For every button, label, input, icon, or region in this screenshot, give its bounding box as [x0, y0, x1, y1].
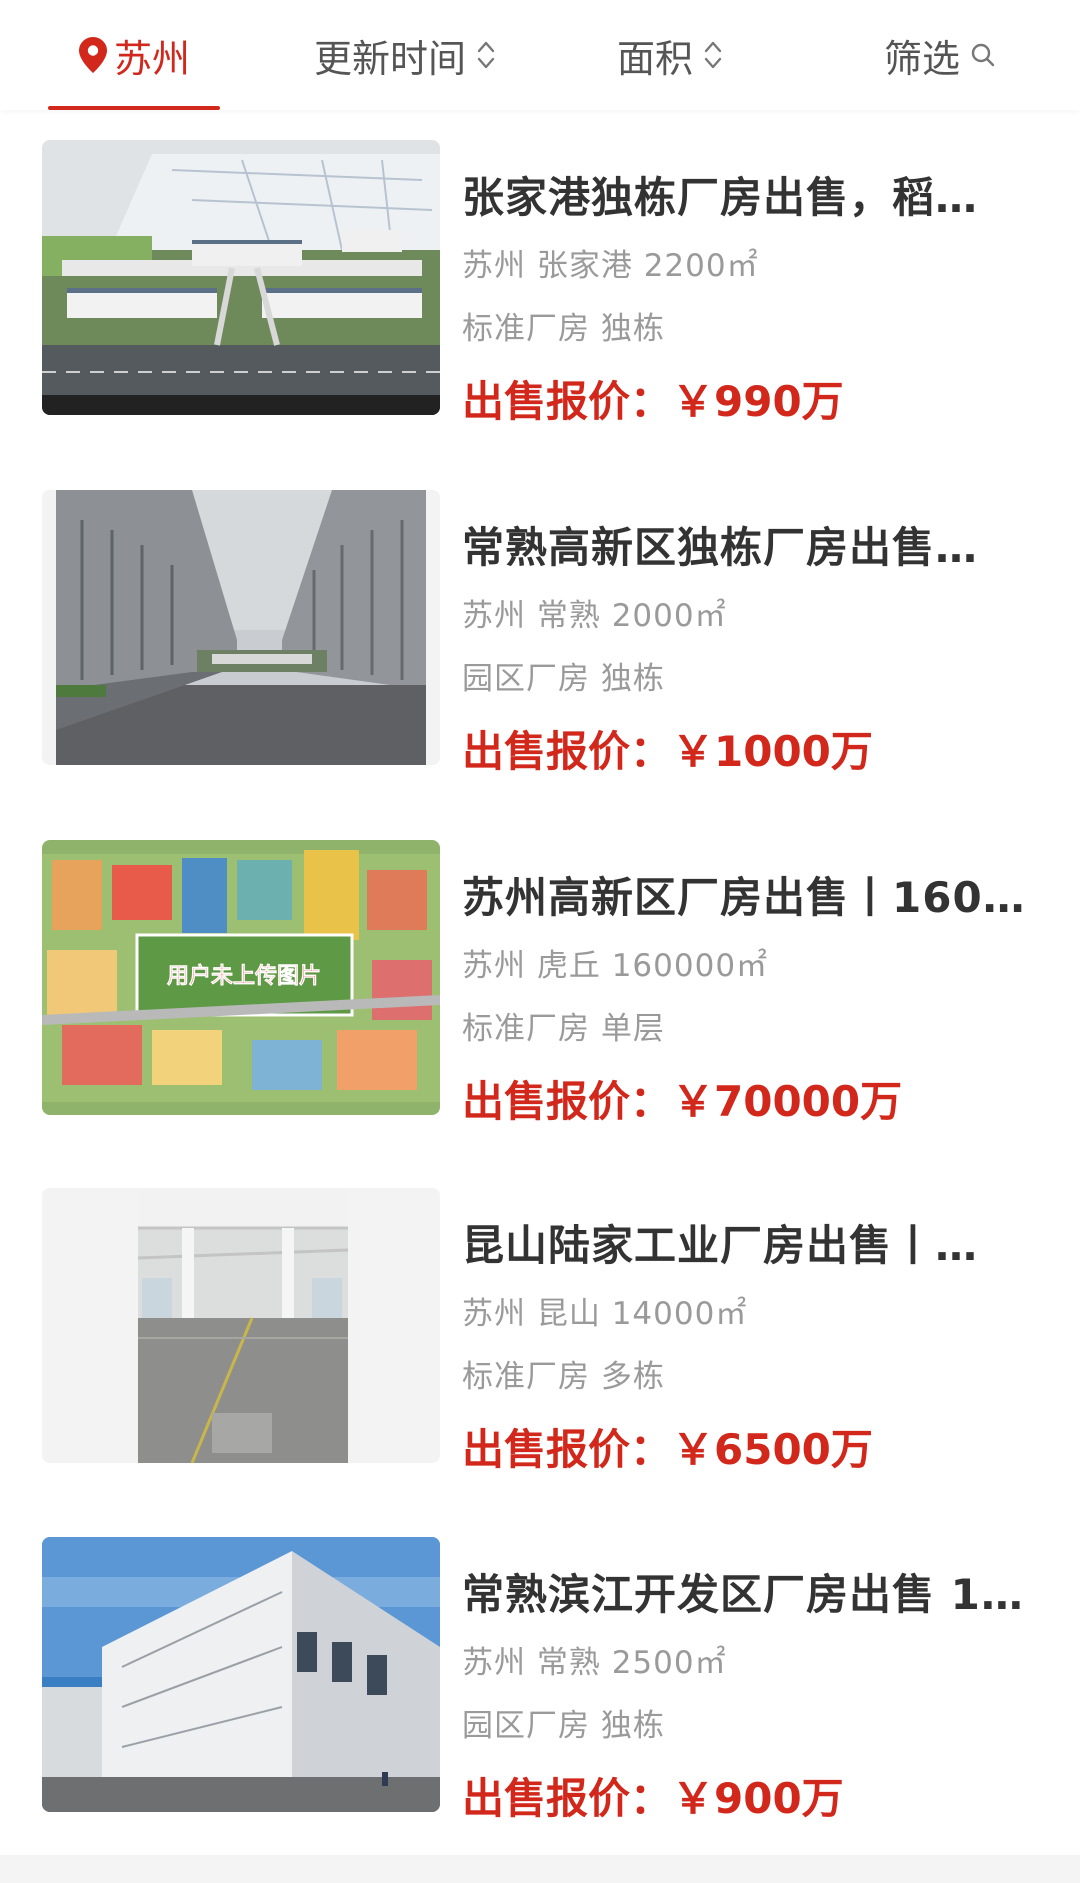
location-pin-icon [78, 36, 108, 74]
bottom-divider [0, 1855, 1080, 1883]
listing-card[interactable]: 用户未上传图片 苏州高新区厂房出售丨160… 苏州 虎丘 160000㎡ 标准厂… [0, 840, 1080, 1130]
listing-thumbnail: 用户未上传图片 [42, 840, 440, 1115]
listing-price: 出售报价：￥6500万 [462, 1425, 873, 1474]
filter-tab[interactable]: 筛选 [870, 0, 1010, 110]
city-label: 苏州 [113, 36, 190, 81]
listing-card[interactable]: 昆山陆家工业厂房出售丨… 苏州 昆山 14000㎡ 标准厂房 多栋 出售报价：￥… [0, 1188, 1080, 1478]
search-icon [970, 42, 996, 68]
filter-label: 筛选 [883, 36, 960, 81]
listing-card[interactable]: 张家港独栋厂房出售，稻… 苏州 张家港 2200㎡ 标准厂房 独栋 出售报价：￥… [0, 140, 1080, 430]
listing-location: 苏州 昆山 14000㎡ [462, 1296, 748, 1332]
listing-page: 苏州 更新时间 面积 筛选 张家港独栋厂房出售，稻… 苏州 张家港 2200㎡ … [0, 0, 1080, 1883]
listing-thumbnail [42, 1537, 440, 1812]
listing-price: 出售报价：￥900万 [462, 1774, 844, 1823]
listing-thumbnail [42, 490, 440, 765]
listing-location: 苏州 张家港 2200㎡ [462, 248, 759, 284]
listing-location: 苏州 常熟 2500㎡ [462, 1645, 727, 1681]
area-sort-tab[interactable]: 面积 [600, 0, 740, 110]
listing-thumbnail [42, 140, 440, 415]
listing-title: 昆山陆家工业厂房出售丨… [462, 1221, 979, 1268]
placeholder-caption: 用户未上传图片 [167, 963, 321, 989]
sort-arrows-icon [703, 38, 723, 72]
listing-tags: 园区厂房 独栋 [462, 1708, 665, 1744]
listing-price: 出售报价：￥70000万 [462, 1077, 903, 1126]
listing-tags: 标准厂房 单层 [462, 1011, 665, 1047]
sort-arrows-icon [476, 38, 496, 72]
listing-tags: 标准厂房 独栋 [462, 311, 665, 347]
listing-title: 苏州高新区厂房出售丨160… [462, 873, 1026, 920]
listing-price: 出售报价：￥990万 [462, 377, 844, 426]
listing-thumbnail [42, 1188, 440, 1463]
listing-title: 常熟高新区独栋厂房出售… [462, 523, 979, 570]
listing-tags: 园区厂房 独栋 [462, 661, 665, 697]
listing-title: 张家港独栋厂房出售，稻… [462, 173, 979, 220]
listing-location: 苏州 虎丘 160000㎡ [462, 948, 769, 984]
area-label: 面积 [616, 36, 693, 81]
listing-title: 常熟滨江开发区厂房出售 1… [462, 1570, 1024, 1617]
city-tab[interactable]: 苏州 [48, 0, 220, 110]
update-time-label: 更新时间 [313, 36, 466, 81]
update-time-sort-tab[interactable]: 更新时间 [290, 0, 520, 110]
listing-tags: 标准厂房 多栋 [462, 1359, 665, 1395]
listing-price: 出售报价：￥1000万 [462, 727, 873, 776]
filter-bar: 苏州 更新时间 面积 筛选 [0, 0, 1080, 110]
listing-card[interactable]: 常熟滨江开发区厂房出售 1… 苏州 常熟 2500㎡ 园区厂房 独栋 出售报价：… [0, 1537, 1080, 1827]
listing-location: 苏州 常熟 2000㎡ [462, 598, 727, 634]
listing-card[interactable]: 常熟高新区独栋厂房出售… 苏州 常熟 2000㎡ 园区厂房 独栋 出售报价：￥1… [0, 490, 1080, 780]
active-tab-indicator [48, 106, 220, 110]
